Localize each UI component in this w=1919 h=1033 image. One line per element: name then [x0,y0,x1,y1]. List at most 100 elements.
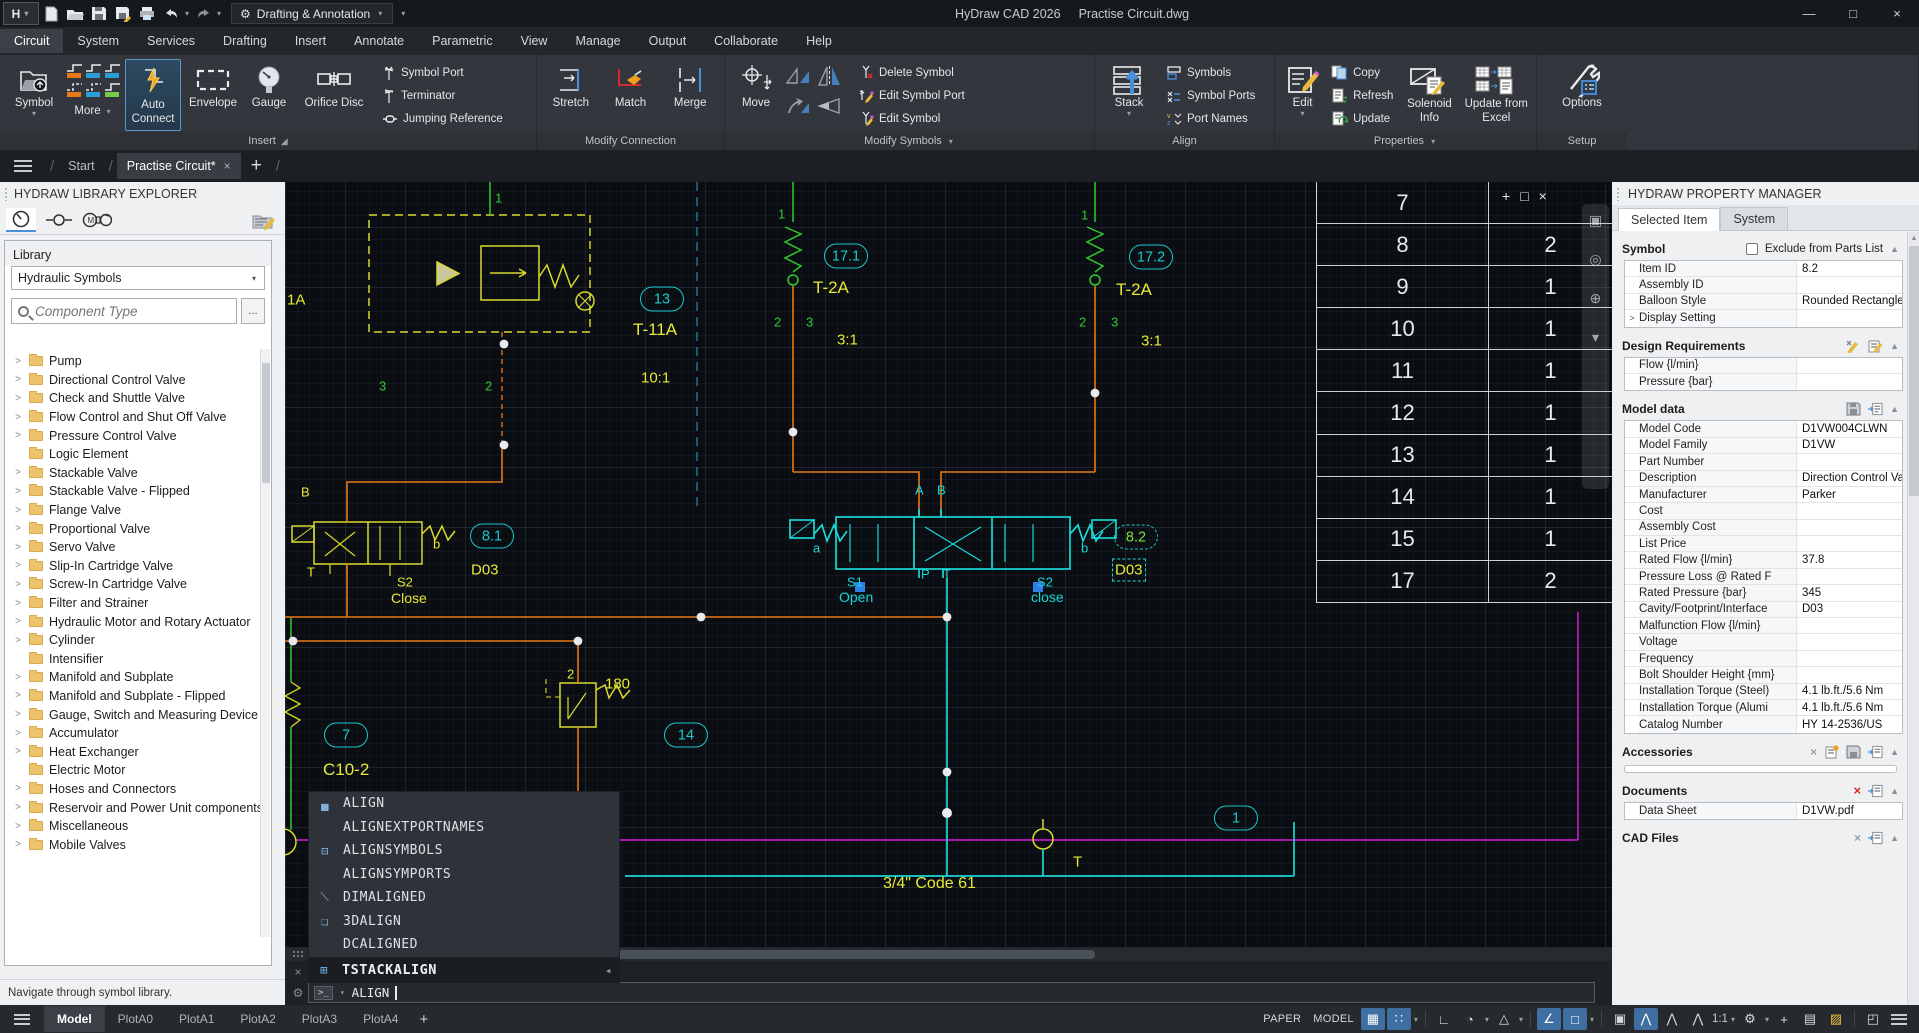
refresh-properties-button[interactable]: Refresh [1328,85,1396,106]
parts-table-row[interactable]: 12 1 [1317,392,1612,434]
property-row[interactable]: Voltage [1625,634,1902,650]
command-suggestion[interactable]: ❏ 3DALIGN [309,910,619,934]
property-row[interactable]: Installation Torque (Steel) 4.1 lb.ft./5… [1625,684,1902,700]
parts-table-row[interactable]: 7 [1317,182,1612,224]
collapse-icon[interactable]: ▲ [1890,404,1899,414]
collapse-icon[interactable]: ▲ [1890,244,1899,254]
scrollbar-thumb[interactable] [1909,246,1919,496]
delete-symbol-button[interactable]: Delete Symbol [855,62,968,83]
chevron-right-icon[interactable]: > [13,579,23,590]
chevron-right-icon[interactable]: > [13,802,23,813]
item-balloon[interactable]: 17.1 [824,244,868,269]
tree-item[interactable]: > Hoses and Connectors [5,780,261,799]
new-file-icon[interactable] [40,4,62,24]
chevron-right-icon[interactable]: > [13,635,23,646]
property-value[interactable]: D03 [1797,603,1902,615]
group-label-modify-connection[interactable]: Modify Connection [537,132,724,150]
property-row[interactable]: Frequency [1625,651,1902,667]
file-tabs-menu-icon[interactable] [14,160,32,172]
chevron-right-icon[interactable]: > [13,783,23,794]
property-row[interactable]: Model Code D1VW004CLWN [1625,421,1902,437]
property-value[interactable]: D1VW004CLWN [1797,423,1902,435]
copy-properties-button[interactable]: Copy [1328,62,1396,83]
property-row[interactable]: Cost [1625,503,1902,519]
property-row[interactable]: Cavity/Footprint/Interface D03 [1625,602,1902,618]
edit-properties-button[interactable]: Edit ▾ [1281,59,1324,131]
close-tab-icon[interactable]: × [224,159,231,173]
property-value[interactable]: D1VW.pdf [1797,805,1902,817]
parts-table-row[interactable]: 11 1 [1317,350,1612,392]
save-icon[interactable] [88,4,110,24]
isodraft-icon[interactable]: △ [1492,1008,1516,1030]
grid-display-icon[interactable]: ▦ [1361,1008,1385,1030]
scroll-up-icon[interactable]: ▲ [1908,232,1919,244]
menu-item[interactable]: Parametric [418,29,506,53]
chevron-right-icon[interactable]: > [13,393,23,404]
property-value[interactable]: 345 [1797,587,1902,599]
navigation-tool-icon[interactable]: ▣ [1589,212,1602,229]
minimize-button[interactable]: — [1787,0,1831,27]
scale-dropdown-icon[interactable]: ▾ [1730,1015,1736,1024]
pin-icon[interactable]: + [1502,188,1510,204]
save-as-icon[interactable] [112,4,134,24]
jumping-reference-button[interactable]: Jumping Reference [379,108,506,129]
property-row[interactable]: Manufacturer Parker [1625,487,1902,503]
property-value[interactable]: 8.2 [1797,263,1902,275]
symbol-button[interactable]: Symbol ▾ [6,59,62,131]
redo-dropdown-icon[interactable]: ▾ [217,9,221,18]
tree-item[interactable]: > Pressure Control Valve [5,426,261,445]
collapse-icon[interactable]: ▲ [1890,747,1899,757]
property-value[interactable]: 4.1 lb.ft./5.6 Nm [1797,702,1902,714]
command-suggestion[interactable]: DCALIGNED [309,933,619,957]
options-button[interactable]: Options [1550,59,1614,131]
item-balloon[interactable]: 8.1 [470,524,514,549]
navigation-tool-icon[interactable]: ▾ [1592,329,1599,346]
menu-item[interactable]: Manage [561,29,634,53]
expander-icon[interactable]: > [1625,313,1639,323]
chevron-right-icon[interactable]: > [13,728,23,739]
polar-tracking-icon[interactable]: ◔ [1458,1008,1482,1030]
tree-item[interactable]: > Hydraulic Motor and Rotary Actuator [5,612,261,631]
chevron-right-icon[interactable]: > [13,839,23,850]
property-value[interactable]: HY 14-2536/US [1797,719,1902,731]
tree-item[interactable]: > Flange Valve [5,501,261,520]
close-button[interactable]: × [1875,0,1919,27]
export-icon[interactable] [1868,402,1883,416]
annotation-visibility-icon[interactable]: ⋀ [1660,1008,1684,1030]
object-snap-tracking-icon[interactable]: ∠ [1537,1008,1561,1030]
item-balloon[interactable]: 13 [640,287,684,312]
merge-button[interactable]: Merge [662,59,718,131]
selection-cycling-icon[interactable]: ▣ [1608,1008,1632,1030]
customization-menu-icon[interactable] [1891,1014,1907,1025]
annotation-scale-value[interactable]: 1:1 [1712,1013,1728,1025]
tab-gauge-symbols[interactable] [6,208,36,232]
tree-item[interactable]: > Cylinder [5,631,261,650]
chevron-right-icon[interactable]: > [13,486,23,497]
property-row[interactable]: Rated Flow {l/min} 37.8 [1625,552,1902,568]
chevron-right-icon[interactable]: > [13,598,23,609]
panel-grip-icon[interactable] [4,187,8,201]
osnap-dropdown-icon[interactable]: ▾ [1589,1015,1595,1024]
chevron-right-icon[interactable]: > [13,412,23,423]
snap-mode-icon[interactable]: ∷ [1387,1008,1411,1030]
workspace-switcher[interactable]: ⚙ Drafting & Annotation ▾ [231,3,393,24]
search-input[interactable] [35,304,230,319]
property-row[interactable]: > Assembly ID [1625,277,1902,293]
terminator-button[interactable]: Terminator [379,85,506,106]
add-accessory-icon[interactable] [1824,745,1839,759]
property-manager-header[interactable]: HYDRAW PROPERTY MANAGER [1612,182,1919,205]
menu-item[interactable]: Collaborate [700,29,792,53]
layout-tab[interactable]: PlotA0 [105,1006,166,1032]
tree-item[interactable]: > Slip-In Cartridge Valve [5,557,261,576]
property-value[interactable]: Rounded Rectangle [1797,295,1902,307]
more-connections-button[interactable]: More ▾ [66,59,121,117]
isodraft-dropdown-icon[interactable]: ▾ [1518,1015,1524,1024]
save-icon[interactable] [1846,745,1861,759]
delete-accessory-icon[interactable]: × [1810,745,1817,759]
tree-item[interactable]: > Servo Valve [5,538,261,557]
snap-dropdown-icon[interactable]: ▾ [1413,1015,1419,1024]
panel-grip-icon[interactable] [1616,187,1620,201]
model-button[interactable]: MODEL [1308,1009,1359,1029]
property-value[interactable]: Direction Control Valve [1797,472,1902,484]
item-balloon[interactable]: 14 [664,723,708,748]
